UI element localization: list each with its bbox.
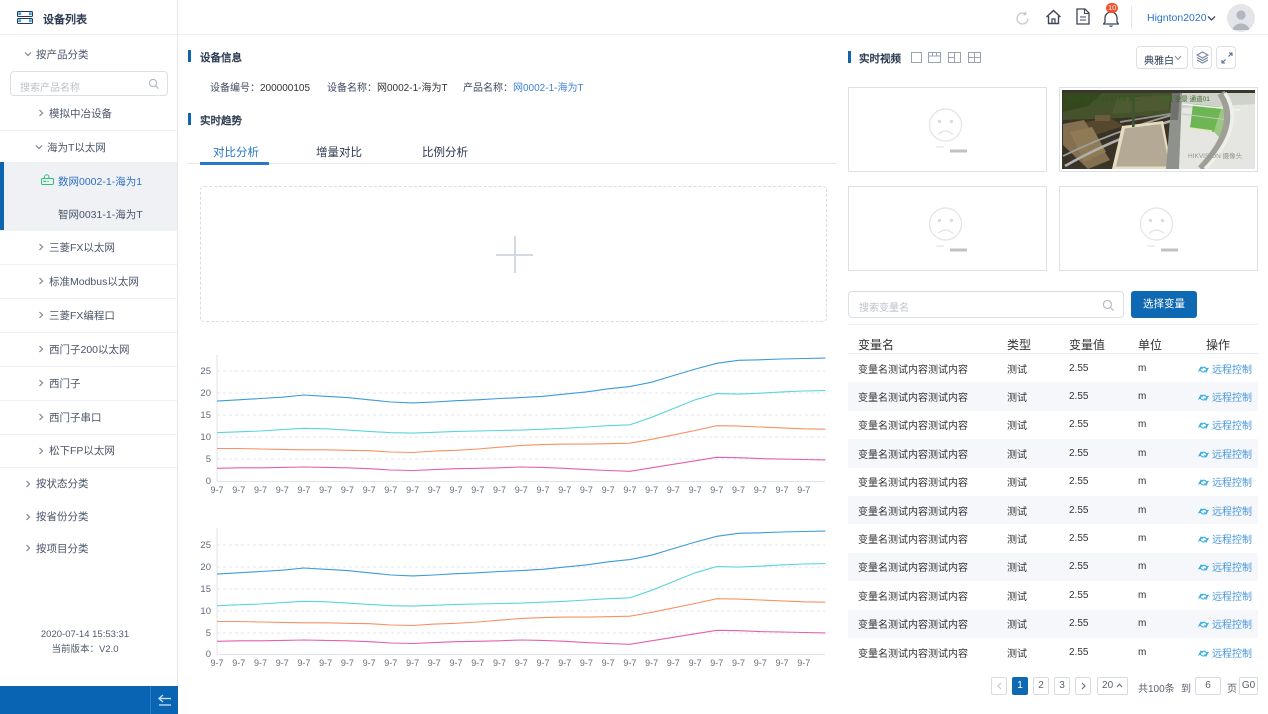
svg-text:9-7: 9-7 — [254, 658, 267, 668]
svg-text:9-7: 9-7 — [667, 658, 680, 668]
svg-text:9-7: 9-7 — [580, 658, 593, 668]
svg-text:9-7: 9-7 — [297, 485, 310, 495]
svg-text:9-7: 9-7 — [689, 485, 702, 495]
svg-text:9-7: 9-7 — [341, 485, 354, 495]
svg-text:9-7: 9-7 — [558, 658, 571, 668]
svg-text:9-7: 9-7 — [449, 658, 462, 668]
svg-text:9-7: 9-7 — [754, 485, 767, 495]
svg-text:15: 15 — [200, 410, 211, 421]
svg-text:9-7: 9-7 — [710, 658, 723, 668]
svg-text:9-7: 9-7 — [775, 658, 788, 668]
svg-text:9-7: 9-7 — [645, 485, 658, 495]
svg-text:9-7: 9-7 — [384, 658, 397, 668]
svg-text:15: 15 — [200, 584, 211, 595]
svg-text:9-7: 9-7 — [406, 658, 419, 668]
svg-text:9-7: 9-7 — [732, 485, 745, 495]
svg-text:25: 25 — [200, 366, 211, 377]
svg-text:9-7: 9-7 — [754, 658, 767, 668]
svg-text:9-7: 9-7 — [558, 485, 571, 495]
svg-text:10: 10 — [200, 432, 211, 443]
svg-text:25: 25 — [200, 540, 211, 551]
svg-text:9-7: 9-7 — [210, 658, 223, 668]
svg-text:20: 20 — [200, 388, 211, 399]
svg-text:9-7: 9-7 — [602, 485, 615, 495]
svg-text:HIKVISION 摄像头: HIKVISION 摄像头 — [1188, 151, 1243, 160]
svg-text:9-7: 9-7 — [232, 658, 245, 668]
svg-text:9-7: 9-7 — [428, 485, 441, 495]
svg-text:9-7: 9-7 — [210, 485, 223, 495]
svg-text:9-7: 9-7 — [232, 485, 245, 495]
svg-text:20: 20 — [200, 562, 211, 573]
svg-text:9-7: 9-7 — [602, 658, 615, 668]
svg-text:9-7: 9-7 — [471, 658, 484, 668]
svg-text:5: 5 — [206, 454, 211, 465]
svg-text:9-7: 9-7 — [515, 658, 528, 668]
svg-text:9-7: 9-7 — [319, 658, 332, 668]
svg-text:9-7: 9-7 — [515, 485, 528, 495]
svg-text:9-7: 9-7 — [667, 485, 680, 495]
svg-text:5: 5 — [206, 628, 211, 639]
svg-text:9-7: 9-7 — [645, 658, 658, 668]
svg-text:9-7: 9-7 — [406, 485, 419, 495]
svg-text:9-7: 9-7 — [623, 658, 636, 668]
svg-text:9-7: 9-7 — [449, 485, 462, 495]
svg-text:9-7: 9-7 — [363, 485, 376, 495]
svg-text:9-7: 9-7 — [536, 658, 549, 668]
svg-text:9-7: 9-7 — [276, 658, 289, 668]
svg-text:9-7: 9-7 — [710, 485, 723, 495]
svg-text:9-7: 9-7 — [623, 485, 636, 495]
svg-text:9-7: 9-7 — [536, 485, 549, 495]
svg-text:9-7: 9-7 — [297, 658, 310, 668]
svg-text:9-7: 9-7 — [797, 485, 810, 495]
svg-text:9-7: 9-7 — [341, 658, 354, 668]
svg-text:9-7: 9-7 — [797, 658, 810, 668]
svg-text:9-7: 9-7 — [363, 658, 376, 668]
svg-text:9-7: 9-7 — [471, 485, 484, 495]
svg-text:9-7: 9-7 — [493, 485, 506, 495]
svg-text:9-7: 9-7 — [732, 658, 745, 668]
svg-text:9-7: 9-7 — [319, 485, 332, 495]
svg-text:10: 10 — [200, 606, 211, 617]
svg-text:9-7: 9-7 — [254, 485, 267, 495]
svg-text:2020-07-14 15:47:09 周二: 2020-07-14 15:47:09 周二 — [1066, 95, 1142, 103]
svg-text:9-7: 9-7 — [775, 485, 788, 495]
svg-text:9-7: 9-7 — [428, 658, 441, 668]
svg-text:9-7: 9-7 — [689, 658, 702, 668]
svg-text:9-7: 9-7 — [384, 485, 397, 495]
svg-text:9-7: 9-7 — [580, 485, 593, 495]
svg-text:9-7: 9-7 — [493, 658, 506, 668]
svg-text:球机 全景 通道01: 球机 全景 通道01 — [1160, 94, 1210, 103]
svg-text:9-7: 9-7 — [276, 485, 289, 495]
